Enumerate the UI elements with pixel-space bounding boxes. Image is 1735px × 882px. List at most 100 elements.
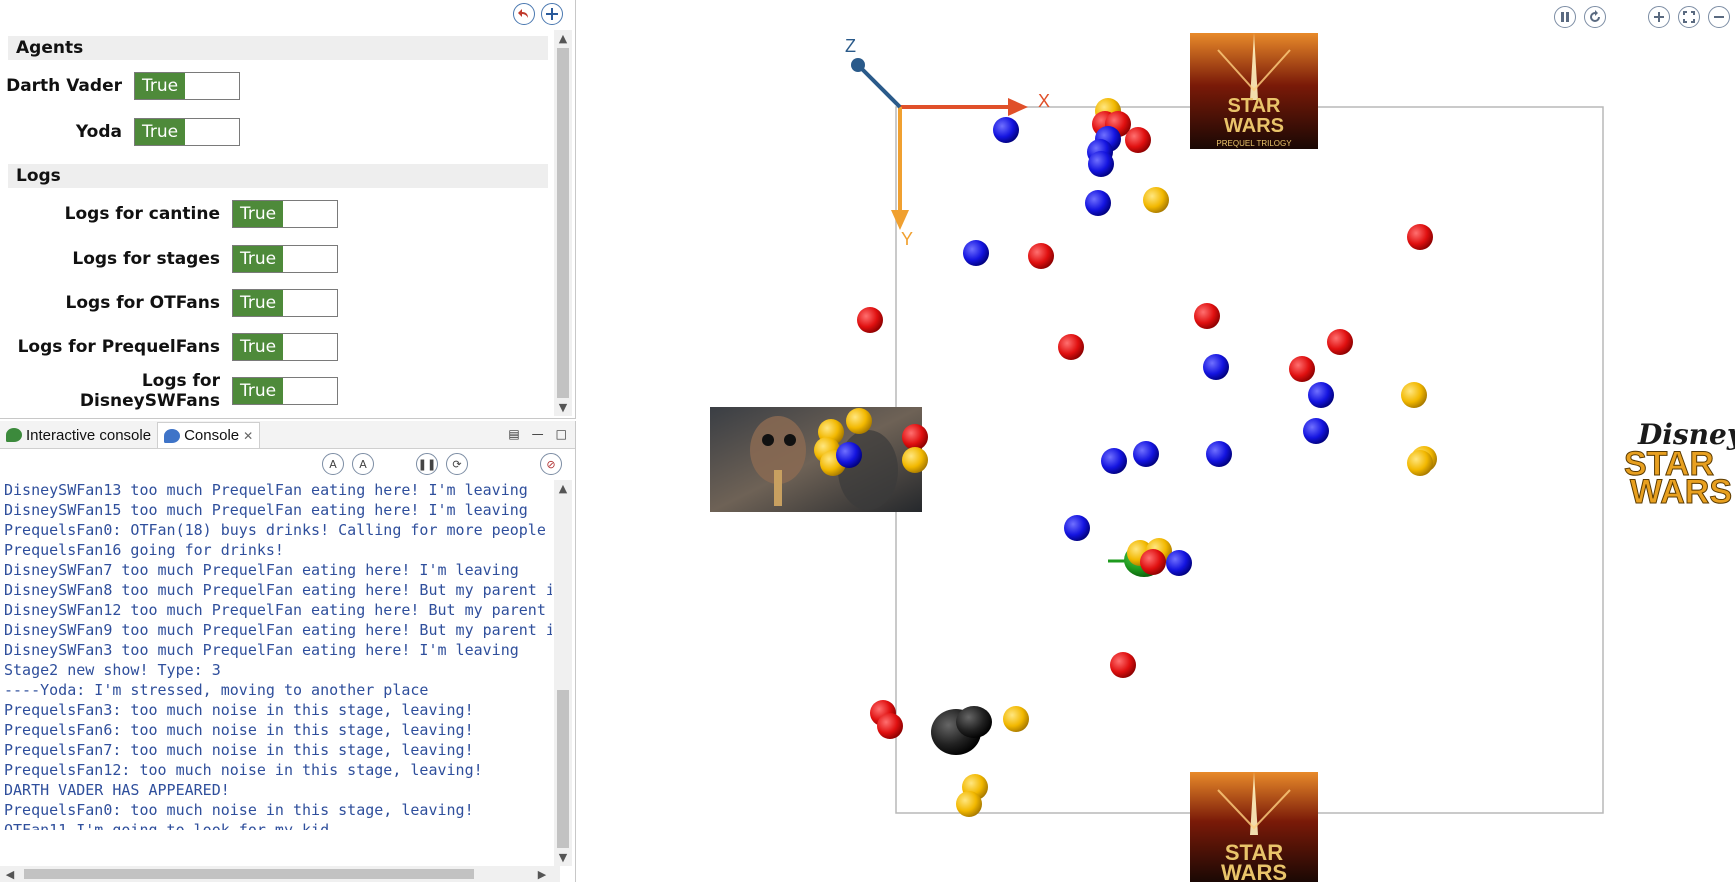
otfan-agent[interactable] (1028, 243, 1054, 269)
close-icon[interactable]: ✕ (243, 429, 253, 443)
otfan-agent[interactable] (1125, 127, 1151, 153)
console-scrollbar[interactable]: ▲ ▼ (554, 480, 572, 866)
scroll-left-icon[interactable]: ◀ (4, 868, 16, 881)
tab-console[interactable]: Console ✕ (157, 422, 261, 448)
otfan-agent[interactable] (1327, 329, 1353, 355)
scroll-thumb[interactable] (557, 48, 569, 398)
toggle-darth-vader[interactable]: True (134, 72, 240, 100)
scroll-thumb[interactable] (557, 690, 569, 848)
param-label: Yoda (75, 122, 122, 142)
console-line: DisneySWFan3 too much PrequelFan eating … (4, 641, 519, 659)
poster-text: PREQUEL TRILOGY (1216, 139, 1292, 148)
prequelfan-agent[interactable] (1203, 354, 1229, 380)
console-line: DisneySWFan15 too much PrequelFan eating… (4, 501, 528, 519)
maximize-icon[interactable]: □ (556, 427, 567, 441)
toggle-logs-otfans[interactable]: True (232, 289, 338, 317)
y-axis-arrow-icon (891, 210, 909, 230)
add-icon[interactable] (541, 3, 563, 25)
clear-console-icon[interactable]: ⊘ (540, 453, 562, 475)
prequelfan-agent[interactable] (1064, 515, 1090, 541)
z-axis-arrow-icon (851, 58, 865, 72)
console-line: Stage2 new show! Type: 3 (4, 661, 221, 679)
param-logs-cantine: Logs for cantine True (0, 200, 338, 228)
prequelfan-agent[interactable] (1088, 151, 1114, 177)
disneyswfan-agent[interactable] (1143, 187, 1169, 213)
pause-console-icon[interactable]: ❚❚ (416, 453, 438, 475)
console-line: DisneySWFan13 too much PrequelFan eating… (4, 481, 528, 499)
disney-star-wars-logo: Disney STAR WARS (1624, 418, 1735, 512)
otfan-agent[interactable] (1407, 224, 1433, 250)
disneyswfan-agent[interactable] (1003, 706, 1029, 732)
toggle-logs-cantine[interactable]: True (232, 200, 338, 228)
toggle-value: True (233, 290, 283, 316)
otfan-agent[interactable] (877, 713, 903, 739)
console-panel: Interactive console Console ✕ ▤ — □ A A … (0, 421, 576, 882)
prequelfan-agent[interactable] (1133, 441, 1159, 467)
x-axis-arrow-icon (1008, 98, 1028, 116)
console-line: PrequelsFan3: too much noise in this sta… (4, 701, 474, 719)
font-increase-icon[interactable]: A (322, 453, 344, 475)
otfan-agent[interactable] (1110, 652, 1136, 678)
scroll-up-icon[interactable]: ▲ (554, 32, 572, 45)
scroll-up-icon[interactable]: ▲ (554, 482, 572, 495)
otfan-agent[interactable] (902, 424, 928, 450)
simulation-display[interactable]: X Y Z STAR WARS PREQUEL TRILOGY STAR WAR… (578, 0, 1735, 882)
console-line: DisneySWFan9 too much PrequelFan eating … (4, 621, 552, 639)
prequelfan-agent[interactable] (993, 117, 1019, 143)
toggle-logs-stages[interactable]: True (232, 245, 338, 273)
console-line: DisneySWFan7 too much PrequelFan eating … (4, 561, 519, 579)
scroll-down-icon[interactable]: ▼ (554, 401, 572, 414)
scroll-down-icon[interactable]: ▼ (554, 851, 572, 864)
prequelfan-agent[interactable] (1101, 448, 1127, 474)
refresh-console-icon[interactable]: ⟳ (446, 453, 468, 475)
console-tabs: Interactive console Console ✕ ▤ — □ (0, 421, 575, 449)
toggle-logs-disneyswfans[interactable]: True (232, 377, 338, 405)
tab-label: Console (184, 427, 240, 444)
param-label: Logs for DisneySWFans (79, 371, 220, 411)
console-hscrollbar[interactable]: ◀ ▶ (0, 866, 560, 882)
console-line: PrequelsFan7: too much noise in this sta… (4, 741, 474, 759)
section-agents-header[interactable]: Agents (8, 36, 548, 60)
console-line: PrequelsFan0: too much noise in this sta… (4, 801, 474, 819)
prequelfan-agent[interactable] (1166, 550, 1192, 576)
params-scrollbar[interactable]: ▲ ▼ (554, 30, 572, 416)
disneyswfan-agent[interactable] (956, 791, 982, 817)
darth-vader-agent[interactable] (931, 706, 992, 755)
param-label: Logs for stages (72, 249, 220, 269)
prequelfan-agent[interactable] (836, 442, 862, 468)
otfan-agent[interactable] (1140, 549, 1166, 575)
tab-interactive-console[interactable]: Interactive console (0, 422, 157, 448)
toggle-yoda[interactable]: True (134, 118, 240, 146)
otfan-agent[interactable] (857, 307, 883, 333)
chat-bubble-icon (6, 428, 22, 442)
toggle-value: True (233, 378, 283, 404)
z-axis (857, 64, 902, 109)
disneyswfan-agent[interactable] (1407, 450, 1433, 476)
scroll-right-icon[interactable]: ▶ (536, 868, 548, 881)
prequelfan-agent[interactable] (1303, 418, 1329, 444)
prequelfan-agent[interactable] (963, 240, 989, 266)
otfan-agent[interactable] (1289, 356, 1315, 382)
disneyswfan-agent[interactable] (846, 408, 872, 434)
otfan-agent[interactable] (1194, 303, 1220, 329)
minimize-icon[interactable]: — (532, 427, 544, 441)
param-label: Logs for OTFans (65, 293, 220, 313)
scroll-thumb[interactable] (24, 869, 474, 879)
logo-text: WARS (1630, 473, 1732, 511)
environment-view[interactable]: X Y Z STAR WARS PREQUEL TRILOGY STAR WAR… (578, 0, 1735, 882)
toggle-logs-prequelfans[interactable]: True (232, 333, 338, 361)
toggle-value: True (233, 201, 283, 227)
disneyswfan-agent[interactable] (902, 447, 928, 473)
toggle-value: True (233, 334, 283, 360)
pin-icon[interactable]: ▤ (508, 427, 519, 441)
prequelfan-agent[interactable] (1206, 441, 1232, 467)
revert-icon[interactable] (513, 3, 535, 25)
prequelfan-agent[interactable] (1308, 382, 1334, 408)
world-boundary (895, 106, 1604, 814)
font-decrease-icon[interactable]: A (352, 453, 374, 475)
prequelfan-agent[interactable] (1085, 190, 1111, 216)
otfan-agent[interactable] (1058, 334, 1084, 360)
disneyswfan-agent[interactable] (1401, 382, 1427, 408)
section-logs-header[interactable]: Logs (8, 164, 548, 188)
toggle-value: True (135, 73, 185, 99)
